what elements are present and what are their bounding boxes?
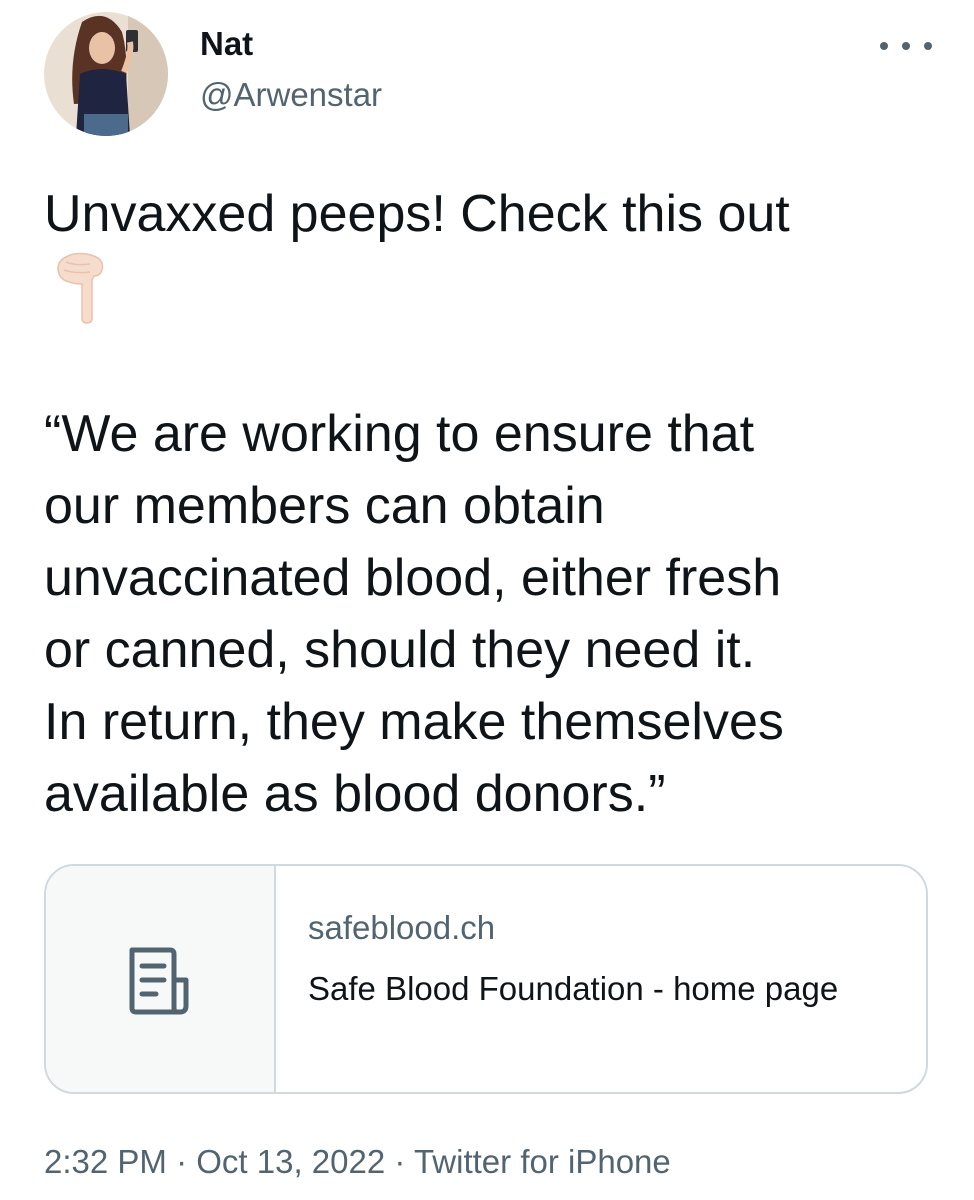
document-icon — [129, 947, 189, 1015]
more-options-icon — [880, 42, 888, 50]
tweet-text-line: or canned, should they need it. — [44, 621, 756, 679]
more-options-icon-dot — [902, 42, 910, 50]
avatar-photo — [44, 12, 168, 136]
avatar[interactable] — [44, 12, 168, 136]
link-card-title: Safe Blood Foundation - home page — [308, 970, 839, 1007]
link-card-domain: safeblood.ch — [308, 909, 496, 946]
link-card-thumbnail — [46, 866, 276, 1092]
tweet-text-line: our members can obtain — [44, 477, 605, 535]
pointing-down-emoji-icon: 👇🏻 — [52, 250, 112, 324]
tweet-metadata: 2:32 PM · Oct 13, 2022 · Twitter for iPh… — [44, 1140, 671, 1184]
tweet-text-line: available as blood donors.” — [44, 765, 666, 823]
meta-separator: · — [176, 1143, 188, 1180]
tweet-text-line: “We are working to ensure that — [44, 405, 755, 463]
tweet-source-link[interactable]: Twitter for iPhone — [414, 1143, 671, 1180]
display-name[interactable]: Nat — [200, 24, 253, 64]
tweet-text-line: In return, they make themselves — [44, 693, 784, 751]
tweet-time[interactable]: 2:32 PM — [44, 1143, 167, 1180]
meta-separator: · — [394, 1143, 406, 1180]
user-handle[interactable]: @Arwenstar — [200, 75, 382, 115]
more-options-button[interactable] — [880, 30, 932, 62]
link-preview-card[interactable]: safeblood.ch Safe Blood Foundation - hom… — [44, 864, 928, 1094]
tweet-text-line: unvaccinated blood, either fresh — [44, 549, 782, 607]
tweet-date[interactable]: Oct 13, 2022 — [196, 1143, 385, 1180]
tweet-text-line: Unvaxxed peeps! Check this out — [44, 185, 790, 243]
more-options-icon-dot — [924, 42, 932, 50]
